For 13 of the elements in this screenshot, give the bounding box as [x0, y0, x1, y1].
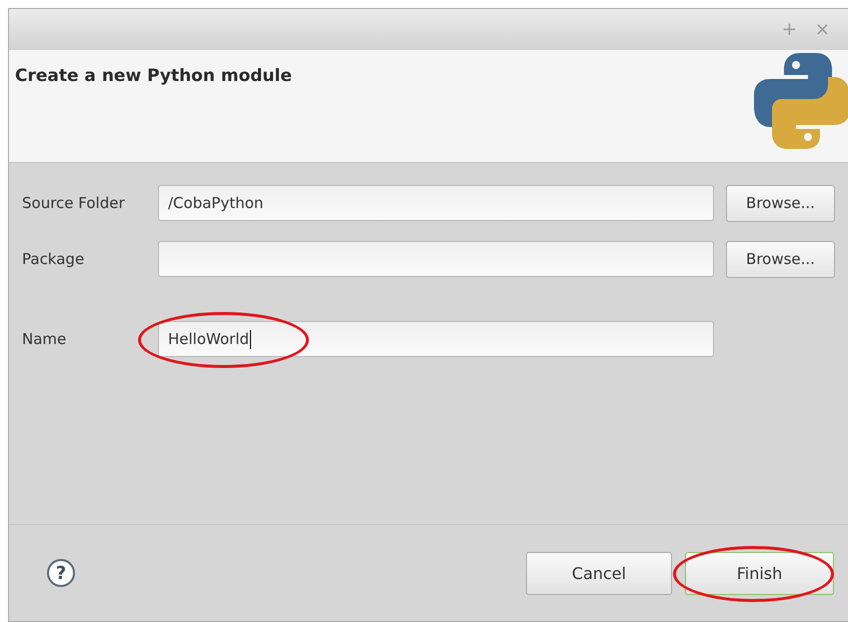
field-label: Name — [22, 330, 68, 348]
text-field[interactable]: /CobaPython — [158, 185, 714, 221]
browse-button[interactable]: Browse... — [726, 240, 835, 278]
text-field[interactable] — [158, 241, 714, 277]
field-label: Source Folder — [22, 194, 126, 212]
browse-button[interactable]: Browse... — [726, 184, 835, 222]
text-cursor — [250, 330, 251, 349]
dialog-button[interactable]: Finish — [685, 552, 834, 594]
help-icon[interactable]: ? — [47, 559, 75, 587]
dialog-title: Create a new Python module — [15, 66, 292, 88]
dialog-button[interactable]: Cancel — [526, 552, 672, 594]
text-field[interactable]: HelloWorld — [158, 321, 714, 357]
field-label: Package — [22, 250, 86, 268]
